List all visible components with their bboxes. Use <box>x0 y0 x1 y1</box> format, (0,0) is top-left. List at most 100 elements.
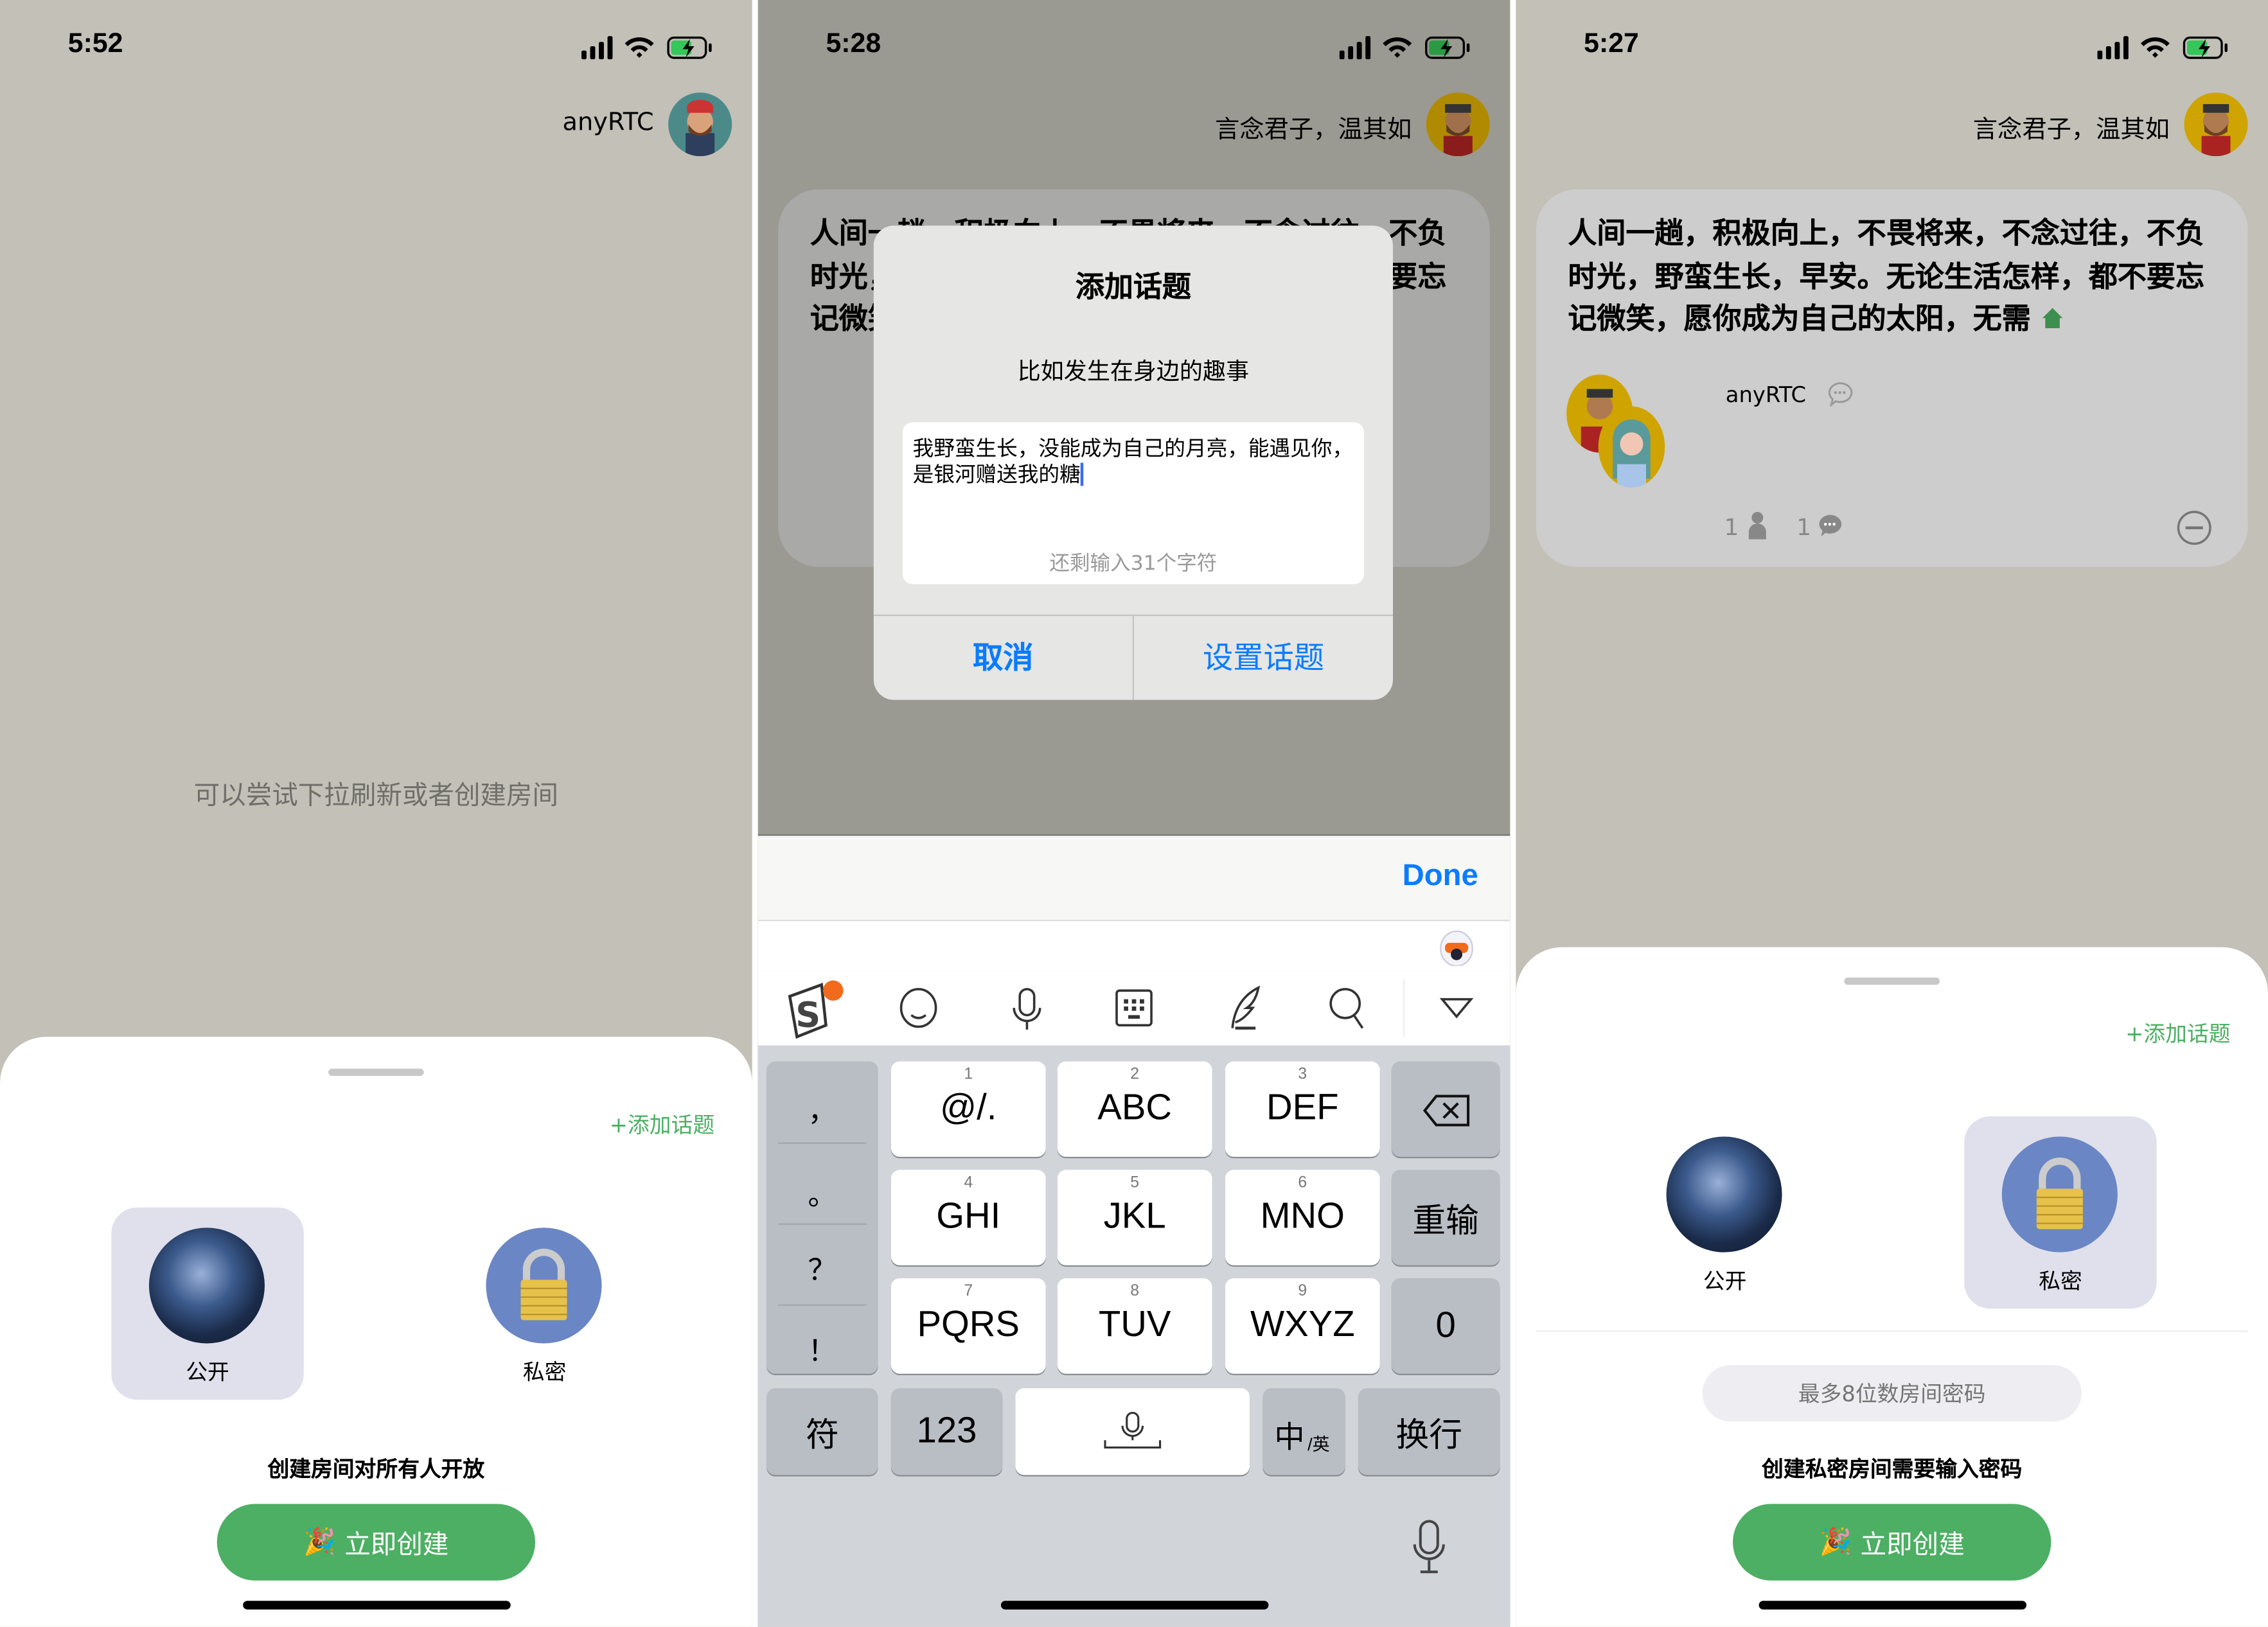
key-period[interactable]: 。 <box>766 1172 878 1213</box>
option-private-label: 私密 <box>522 1359 567 1385</box>
key-3[interactable]: 3 DEF <box>1225 1061 1380 1157</box>
create-room-button[interactable]: 🎉 立即创建 <box>217 1504 535 1581</box>
dictation-icon[interactable] <box>1412 1520 1446 1575</box>
room-type-description: 创建私密房间需要输入密码 <box>1762 1456 2023 1482</box>
sheet-drag-handle[interactable] <box>1844 977 1940 985</box>
user-avatar[interactable] <box>2184 92 2248 157</box>
room-card-text: 人间一趟，积极向上，不畏将来，不念过往，不负时光，野蛮生长，早安。无论生活怎样，… <box>1568 213 2219 340</box>
topic-input-value: 我野蛮生长，没能成为自己的月亮，能遇见你，是银河赠送我的糖 <box>912 438 1354 488</box>
room-card[interactable]: 人间一趟，积极向上，不畏将来，不念过往，不负时光，野蛮生长，早安。无论生活怎样，… <box>1536 189 2248 567</box>
dialog-title: 添加话题 <box>1075 268 1191 304</box>
key-question[interactable]: ？ <box>766 1247 878 1288</box>
key-number: 9 <box>1298 1282 1307 1300</box>
status-icons <box>2097 36 2228 60</box>
key-label: 中 <box>1274 1421 1305 1455</box>
create-room-button[interactable]: 🎉 立即创建 <box>1733 1504 2051 1581</box>
person-icon <box>1748 511 1766 540</box>
key-comma[interactable]: ， <box>766 1087 878 1129</box>
status-icons <box>581 36 712 60</box>
key-number: 5 <box>1130 1174 1140 1192</box>
user-avatar[interactable] <box>668 92 732 157</box>
key-label: ABC <box>1097 1087 1173 1129</box>
room-topic-text: 人间一趟，积极向上，不畏将来，不念过往，不负时光，野蛮生长，早安。无论生活怎样，… <box>1568 215 2204 336</box>
status-time: 5:27 <box>1584 29 1639 60</box>
key-5[interactable]: 5 JKL <box>1057 1170 1212 1265</box>
key-1[interactable]: 1 @/. <box>890 1061 1046 1157</box>
key-sublabel: /英 <box>1307 1434 1330 1455</box>
option-private-label: 私密 <box>2039 1268 2082 1294</box>
divider <box>778 1304 867 1306</box>
language-toggle-key[interactable]: 中/英 <box>1262 1388 1345 1475</box>
party-popper-icon: 🎉 <box>1819 1527 1852 1558</box>
key-label: JKL <box>1103 1195 1166 1236</box>
space-mic-icon <box>1104 1411 1162 1449</box>
option-public-label: 公开 <box>186 1359 229 1385</box>
current-user-name: anyRTC <box>562 108 654 137</box>
create-room-button-label: 立即创建 <box>1860 1529 1965 1560</box>
participant-avatar <box>1598 406 1665 488</box>
key-exclamation[interactable]: ！ <box>766 1328 878 1369</box>
cancel-button[interactable]: 取消 <box>874 616 1133 700</box>
microphone-icon[interactable] <box>1009 988 1044 1032</box>
divider <box>778 1223 867 1225</box>
key-label: TUV <box>1098 1304 1171 1345</box>
key-0[interactable]: 0 <box>1391 1278 1500 1374</box>
emoji-icon[interactable] <box>898 988 939 1028</box>
key-label: GHI <box>936 1195 1001 1236</box>
option-public[interactable]: 公开 <box>111 1207 304 1400</box>
remove-room-icon[interactable] <box>2175 509 2213 547</box>
status-time: 5:28 <box>826 29 882 60</box>
create-room-sheet: +添加话题 公开 私密 创建房间对所有人开放 🎉 立即创建 <box>0 1037 752 1627</box>
sheet-drag-handle[interactable] <box>328 1068 424 1076</box>
key-8[interactable]: 8 TUV <box>1057 1278 1212 1374</box>
key-9[interactable]: 9 WXYZ <box>1225 1278 1380 1374</box>
key-number: 3 <box>1298 1066 1307 1084</box>
sheet-divider <box>1536 1330 2248 1332</box>
option-public[interactable]: 公开 <box>1629 1116 1821 1308</box>
globe-icon <box>148 1227 265 1344</box>
add-topic-link[interactable]: +添加话题 <box>610 1109 714 1139</box>
done-button[interactable]: Done <box>1403 859 1478 893</box>
option-private[interactable]: 私密 <box>1964 1116 2157 1309</box>
key-6[interactable]: 6 MNO <box>1225 1170 1380 1265</box>
space-key[interactable] <box>1015 1388 1250 1475</box>
key-number: 7 <box>964 1282 973 1300</box>
handwriting-icon[interactable] <box>1221 985 1264 1031</box>
screen-create-private-room: 5:27 言念君子，温其如 人间一趟，积极向上，不畏将来，不念过往，不负时光，野… <box>1516 0 2268 1627</box>
create-room-sheet: +添加话题 公开 私密 创建私密房间需要输入密码 🎉 立即创建 <box>1516 947 2268 1627</box>
topic-input[interactable]: 我野蛮生长，没能成为自己的月亮，能遇见你，是银河赠送我的糖 还剩输入31个字符 <box>902 422 1364 585</box>
user-avatar[interactable] <box>1426 92 1490 157</box>
key-label: DEF <box>1266 1087 1339 1129</box>
return-key[interactable]: 换行 <box>1358 1388 1500 1475</box>
keyboard-layout-icon[interactable] <box>1115 989 1153 1027</box>
punctuation-column[interactable]: ， 。 ？ ！ <box>766 1061 878 1374</box>
ime-toolbar: S <box>757 970 1511 1046</box>
search-icon[interactable] <box>1328 986 1369 1030</box>
key-4[interactable]: 4 GHI <box>890 1170 1046 1265</box>
ime-mascot-icon[interactable] <box>1438 928 1476 966</box>
option-private[interactable]: 私密 <box>448 1208 641 1400</box>
topic-input-text: 我野蛮生长，没能成为自己的月亮，能遇见你，是银河赠送我的糖 <box>913 437 1358 489</box>
backspace-key[interactable] <box>1391 1061 1500 1157</box>
add-topic-link[interactable]: +添加话题 <box>2125 1018 2230 1048</box>
collapse-keyboard-icon[interactable] <box>1439 996 1474 1019</box>
set-topic-button[interactable]: 设置话题 <box>1134 616 1393 700</box>
home-indicator <box>1000 1601 1269 1610</box>
toolbar-divider <box>1403 979 1405 1037</box>
screen-add-topic-dialog: 5:28 言念君子，温其如 人间一趟，积极向上，不畏将来，不念过往，不负时光，野… <box>757 0 1511 1627</box>
key-label: 123 <box>916 1411 977 1452</box>
dialog-subtitle: 比如发生在身边的趣事 <box>1017 357 1249 385</box>
current-user-name: 言念君子，温其如 <box>1215 116 1412 145</box>
reenter-key[interactable]: 重输 <box>1391 1170 1500 1265</box>
status-icons <box>1339 36 1470 60</box>
key-7[interactable]: 7 PQRS <box>890 1278 1046 1374</box>
sogou-logo-icon[interactable]: S <box>784 976 847 1040</box>
room-password-input[interactable] <box>1702 1365 2082 1422</box>
key-number: 8 <box>1130 1282 1140 1300</box>
symbols-key[interactable]: 符 <box>766 1388 878 1475</box>
numbers-key[interactable]: 123 <box>890 1388 1003 1475</box>
key-label: @/. <box>940 1087 997 1129</box>
key-label: 符 <box>805 1416 839 1454</box>
key-2[interactable]: 2 ABC <box>1057 1061 1212 1157</box>
key-label: 0 <box>1435 1305 1456 1346</box>
